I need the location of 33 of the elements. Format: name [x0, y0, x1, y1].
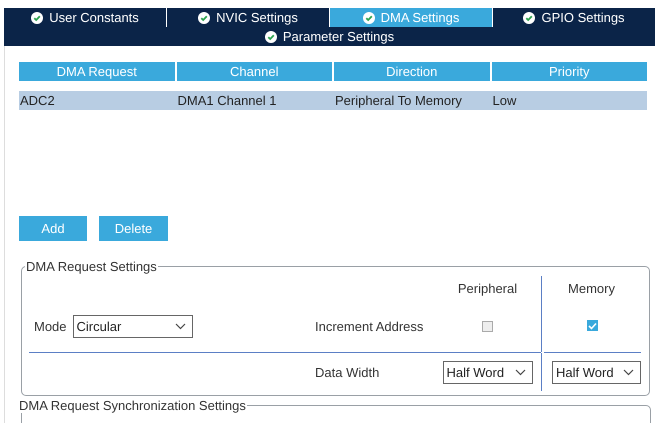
table-row[interactable]: ADC2 DMA1 Channel 1 Peripheral To Memory Low [19, 91, 647, 110]
check-circle-icon [362, 12, 375, 24]
tab[interactable]: NVIC Settings [167, 8, 329, 27]
field-label: Increment Address [315, 318, 424, 334]
field-label: Data Width [315, 364, 380, 380]
chevron-down-icon [174, 322, 186, 330]
field-label: Mode [34, 318, 67, 334]
chevron-down-icon [514, 368, 526, 376]
table-cell-text: Low [492, 92, 518, 110]
column-header: Channel [176, 62, 332, 81]
panel-title: DMA Request Settings [25, 259, 158, 274]
check-circle-icon [264, 30, 277, 42]
checkbox[interactable] [482, 320, 493, 332]
check-circle-icon [31, 12, 44, 24]
memory-width-dropdown[interactable]: Half Word [552, 360, 641, 384]
peripheral-width-dropdown[interactable]: Half Word [442, 360, 532, 384]
check-circle-icon [198, 12, 210, 24]
check-circle-icon [523, 12, 536, 24]
column-label: Memory [568, 280, 615, 296]
column-header: Priority [492, 62, 647, 81]
tab[interactable]: Parameter Settings [4, 27, 655, 46]
mode-dropdown[interactable]: Circular [72, 314, 193, 338]
table-cell-text: DMA1 Channel 1 [176, 92, 278, 110]
tab[interactable]: User Constants [4, 8, 166, 27]
column-header: Direction [334, 62, 490, 81]
column-header: DMA Request [19, 62, 174, 81]
table-cell-text: ADC2 [19, 92, 56, 110]
panel-title: DMA Request Synchronization Settings [18, 398, 247, 413]
column-label: Peripheral [458, 280, 518, 296]
table-cell-text: Peripheral To Memory [334, 92, 463, 110]
chevron-down-icon [623, 368, 634, 376]
tab[interactable]: GPIO Settings [493, 8, 655, 27]
checkbox[interactable] [587, 320, 598, 331]
